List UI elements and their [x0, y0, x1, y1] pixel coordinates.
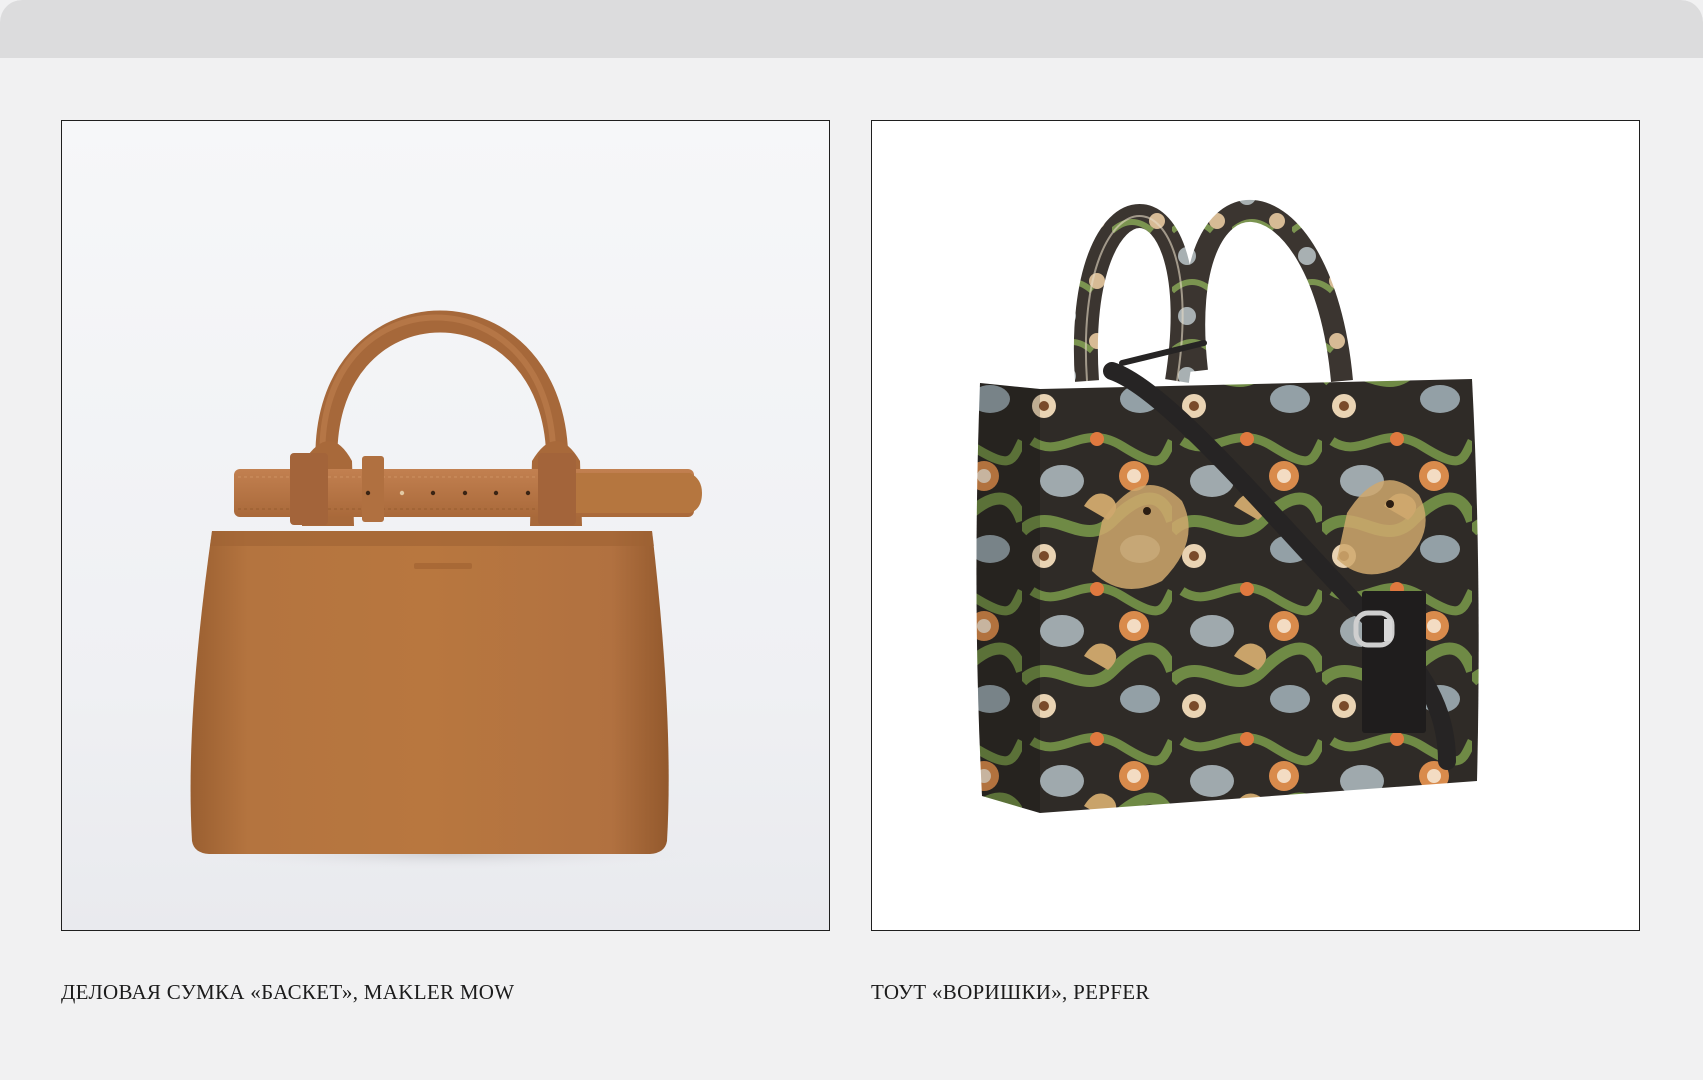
page: ДЕЛОВАЯ СУМКА «БАСКЕТ», MAKLER MOW ТОУТ …: [0, 0, 1703, 1080]
tapestry-tote-image: [976, 199, 1479, 813]
product-caption-2[interactable]: ТОУТ «ВОРИШКИ», PEPFER: [871, 980, 1150, 1005]
product-image-card-1[interactable]: [61, 120, 830, 931]
brown-handbag-image: [190, 310, 702, 870]
product-image-card-2[interactable]: [871, 120, 1640, 931]
product-caption-1[interactable]: ДЕЛОВАЯ СУМКА «БАСКЕТ», MAKLER MOW: [61, 980, 514, 1005]
top-bar: [0, 0, 1703, 58]
